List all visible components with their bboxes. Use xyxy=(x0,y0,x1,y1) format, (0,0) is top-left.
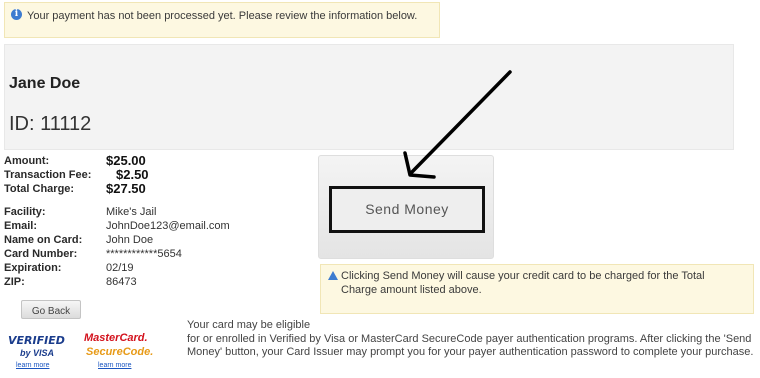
payment-review-page: i Your payment has not been processed ye… xyxy=(0,0,760,378)
annotation-arrow-icon xyxy=(403,70,512,179)
